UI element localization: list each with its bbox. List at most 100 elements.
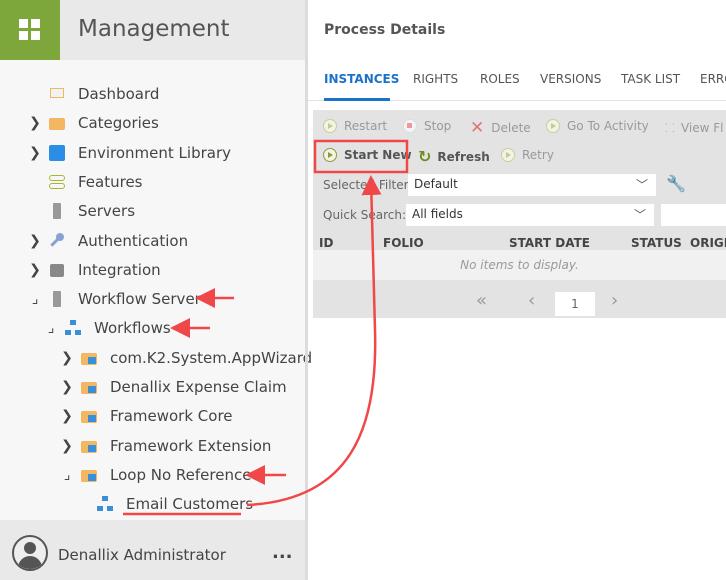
server-icon [48, 202, 66, 220]
chevron-right-icon[interactable]: ❯ [60, 408, 74, 424]
delete-label: Delete [491, 121, 531, 135]
tab-roles[interactable]: ROLES [480, 72, 520, 86]
column-header-id[interactable]: ID [319, 236, 333, 250]
view-flow-button[interactable]: ⸬ View Fl [665, 119, 723, 136]
view-flow-label: View Fl [680, 120, 724, 135]
next-page-icon[interactable]: › [611, 290, 618, 311]
wrench-icon[interactable]: 🔧 [666, 174, 686, 193]
server-icon [48, 290, 66, 308]
tab-instances[interactable]: INSTANCES [324, 72, 399, 86]
quick-search-label: Quick Search: [323, 208, 407, 222]
tree-item-label: Workflow Server [78, 290, 201, 309]
chevron-right-icon[interactable]: ❯ [60, 350, 74, 366]
sidebar: Management Dashboard ❯ Categories ❯ Environm… [0, 0, 312, 580]
previous-page-icon[interactable]: ‹ [528, 290, 535, 311]
tree-item-label: Loop No Reference [110, 465, 252, 484]
workflow-folder-icon [80, 437, 98, 455]
quick-search-field-value: All fields [412, 207, 463, 221]
chevron-right-icon[interactable]: ❯ [28, 145, 42, 161]
key-icon [48, 232, 66, 250]
chevron-right-icon[interactable]: ❯ [28, 233, 42, 249]
tree-item[interactable]: Dashboard [28, 82, 159, 106]
refresh-button[interactable]: ↻ Refresh [418, 147, 490, 166]
tree-item[interactable]: ❯ Environment Library [28, 141, 231, 165]
chevron-right-icon[interactable]: ❯ [28, 262, 42, 278]
tab-versions[interactable]: VERSIONS [540, 72, 601, 86]
page-title: Process Details [324, 22, 446, 38]
go-to-activity-label: Go To Activity [567, 119, 649, 133]
tree-item[interactable]: Servers [28, 199, 135, 223]
tree-item[interactable]: ❯ Categories [28, 111, 159, 135]
column-header-start-date[interactable]: START DATE [509, 236, 590, 250]
delete-button[interactable]: ✕ Delete [470, 118, 531, 138]
chevron-right-icon[interactable]: ❯ [60, 379, 74, 395]
selected-filter-dropdown[interactable]: Default ﹀ [408, 174, 656, 196]
sidebar-header: Management [0, 0, 305, 60]
user-name: Denallix Administrator [58, 546, 226, 564]
tree-item[interactable]: ❯ Authentication [28, 229, 188, 253]
quick-search-field-dropdown[interactable]: All fields ﹀ [406, 204, 654, 226]
expanded-icon[interactable]: ⌟ [28, 291, 42, 307]
tree-item-label: Servers [78, 202, 136, 221]
tree-item[interactable]: ⌟ Workflows [44, 316, 171, 340]
puzzle-icon [48, 261, 66, 279]
column-header-status[interactable]: STATUS [631, 236, 682, 250]
workflow-folder-icon [80, 349, 98, 367]
tree-item-label: Authentication [78, 231, 189, 250]
library-icon [48, 144, 66, 162]
tree-item[interactable]: ⌟ Loop No Reference [60, 463, 252, 487]
page-number-input[interactable]: 1 [555, 292, 595, 316]
tab-task-list[interactable]: TASK LIST [621, 72, 680, 86]
tree-item[interactable]: Email Customers [76, 492, 253, 516]
quick-search-input[interactable] [661, 204, 726, 226]
tree-item-label: Framework Core [110, 407, 233, 426]
go-to-activity-button[interactable]: Go To Activity [546, 119, 649, 133]
tree-item[interactable]: ❯ com.K2.System.AppWizard [60, 346, 312, 370]
workflow-icon [64, 319, 82, 337]
restart-label: Restart [344, 119, 388, 133]
tree-item-label: Email Customers [126, 495, 254, 514]
tab-errors[interactable]: ERRO [700, 72, 726, 86]
column-header-folio[interactable]: FOLIO [383, 236, 424, 250]
tree-item[interactable]: ❯ Denallix Expense Claim [60, 375, 287, 399]
chevron-right-icon[interactable]: ❯ [28, 115, 42, 131]
chevron-right-icon[interactable]: ❯ [60, 438, 74, 454]
tree-item-label: Categories [78, 114, 159, 133]
first-page-icon[interactable]: « [476, 290, 487, 311]
tree-item-label: Denallix Expense Claim [110, 378, 287, 396]
tree-item[interactable]: ⌟ Workflow Server [28, 287, 201, 311]
tree-item[interactable]: ❯ Integration [28, 258, 161, 282]
retry-button[interactable]: Retry [501, 148, 554, 162]
tree-item-label: Features [78, 172, 143, 191]
tree-item-label: Dashboard [78, 85, 160, 103]
refresh-icon: ↻ [418, 147, 432, 166]
workflow-folder-icon [80, 466, 98, 484]
start-new-label: Start New [344, 148, 412, 162]
stop-label: Stop [424, 119, 452, 133]
toggle-icon [48, 173, 66, 191]
stop-icon [403, 119, 417, 133]
app-logo-icon[interactable] [0, 0, 60, 60]
tree-item-label: Workflows [94, 319, 171, 338]
play-icon [323, 148, 337, 162]
avatar[interactable] [12, 535, 48, 571]
more-options-button[interactable]: ... [272, 542, 293, 563]
play-icon [323, 119, 337, 133]
chevron-down-icon: ﹀ [635, 178, 648, 192]
column-header-originator[interactable]: ORIGI [690, 236, 726, 250]
start-new-button[interactable]: Start New [323, 148, 412, 162]
tree-item[interactable]: ❯ Framework Core [60, 404, 233, 428]
tree-item[interactable]: ❯ Framework Extension [60, 434, 271, 458]
workflow-folder-icon [80, 407, 98, 425]
expanded-icon[interactable]: ⌟ [44, 320, 58, 336]
refresh-label: Refresh [437, 149, 490, 164]
flow-icon: ⸬ [665, 121, 675, 135]
workflow-folder-icon [80, 378, 98, 396]
restart-button[interactable]: Restart [323, 119, 387, 133]
tree-item-label: Framework Extension [110, 436, 272, 455]
stop-button[interactable]: Stop [403, 119, 451, 133]
tree-item-label: com.K2.System.AppWizard [110, 348, 313, 367]
tree-item[interactable]: Features [28, 170, 143, 194]
expanded-icon[interactable]: ⌟ [60, 467, 74, 483]
tab-rights[interactable]: RIGHTS [413, 72, 458, 86]
